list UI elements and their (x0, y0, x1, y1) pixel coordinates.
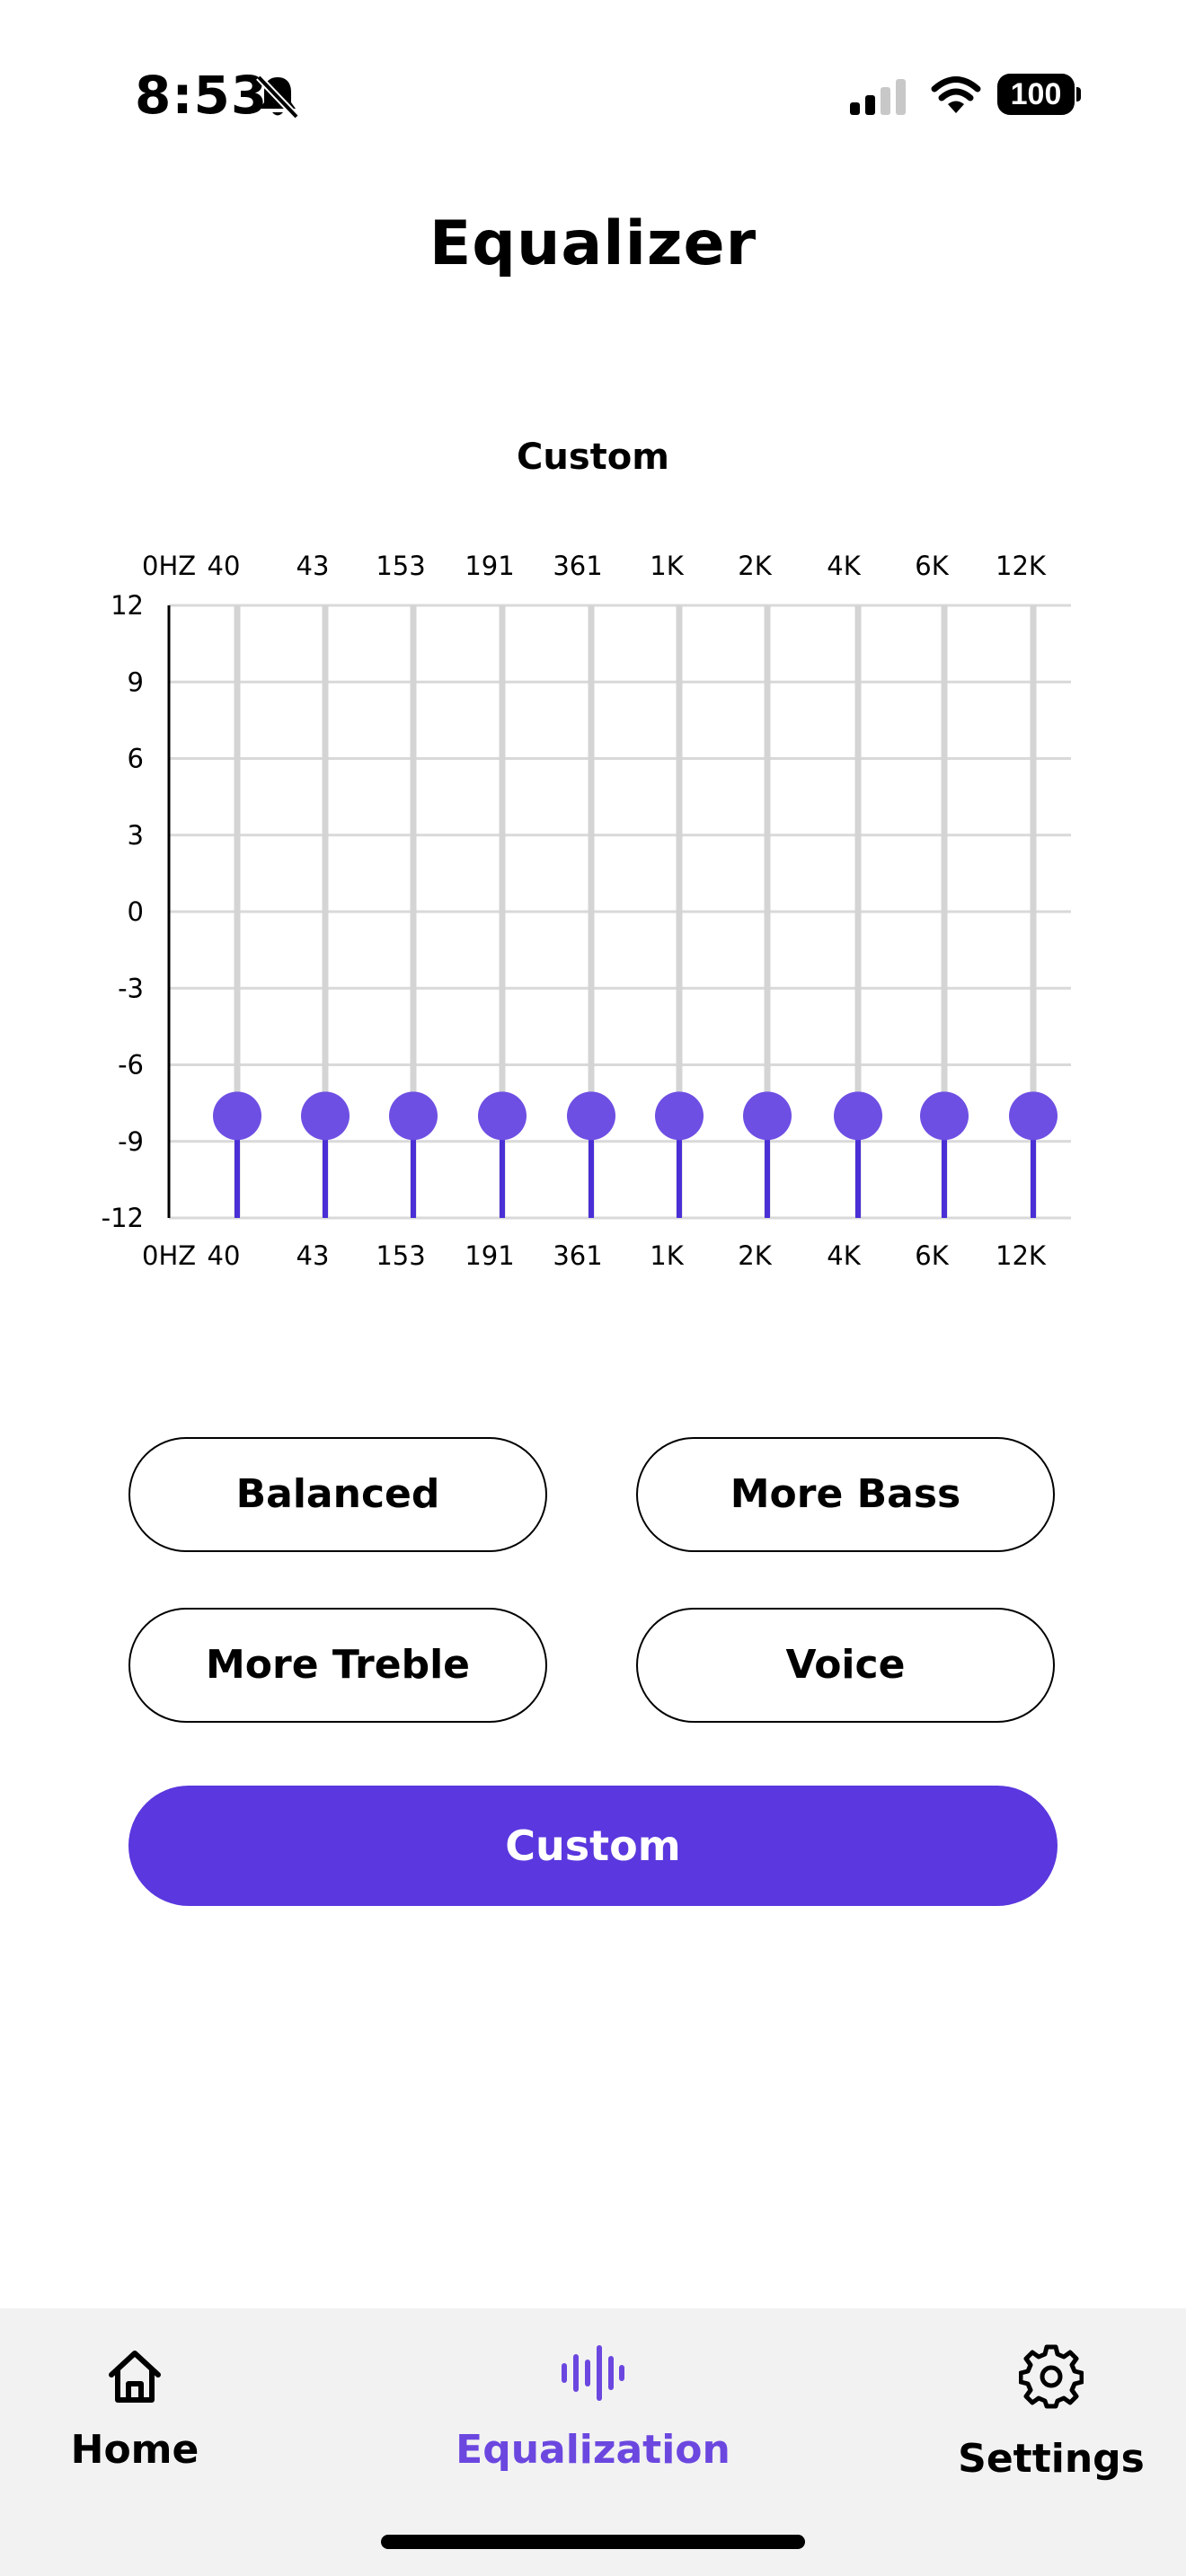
nav-home-label: Home (70, 2427, 199, 2473)
x-tick-label-bottom: 4K (827, 1240, 861, 1271)
nav-settings[interactable]: Settings (952, 2344, 1150, 2482)
custom-preset-button[interactable]: Custom (128, 1786, 1058, 1906)
battery-tip (1076, 87, 1081, 101)
x-tick-label-top: 6K (915, 551, 949, 581)
home-indicator (381, 2535, 805, 2549)
x-tick-label-top: 361 (553, 551, 602, 581)
x-tick-label-top: 12K (996, 551, 1047, 581)
current-preset-label: Custom (517, 437, 669, 478)
gear-icon (1019, 2344, 1084, 2409)
nav-equalization-label: Equalization (456, 2427, 730, 2473)
y-tick-label: 6 (128, 744, 144, 774)
x-tick-label-top: 43 (296, 551, 330, 581)
x-tick-label-top: 2K (738, 551, 772, 581)
slider-knob[interactable] (478, 1091, 527, 1141)
page-title: Equalizer (429, 208, 757, 279)
y-tick-label: 12 (111, 590, 144, 621)
slider-knob[interactable] (834, 1091, 882, 1141)
voice-preset-button[interactable]: Voice (636, 1608, 1055, 1723)
y-tick-label: -12 (102, 1203, 144, 1233)
more-treble-preset-button[interactable]: More Treble (128, 1608, 547, 1723)
equalizer-chart-svg: 12 9 6 3 0 -3 -6 -9 -12 0HZ 0HZ 40 40 43 43 153 153 191 19… (102, 551, 1071, 1271)
x-tick-label-bottom: 361 (553, 1240, 602, 1271)
cellular-signal-icon (850, 79, 906, 115)
equalizer-chart: 12 9 6 3 0 -3 -6 -9 -12 0HZ 0HZ 40 40 43 43 153 153 191 19… (0, 539, 1186, 1293)
nav-home[interactable]: Home (54, 2344, 216, 2473)
home-icon (109, 2351, 161, 2403)
x-tick-label-bottom: 43 (296, 1240, 330, 1271)
more-bass-preset-button[interactable]: More Bass (636, 1437, 1055, 1552)
wifi-icon (931, 76, 981, 113)
x-tick-label-top: 191 (465, 551, 514, 581)
y-tick-label: 3 (128, 820, 144, 851)
slider-knob[interactable] (920, 1091, 969, 1141)
x-tick-label-top: 4K (827, 551, 861, 581)
x-tick-label-top: 40 (208, 551, 241, 581)
x-tick-label-bottom: 2K (738, 1240, 772, 1271)
nav-equalization[interactable]: Equalization (431, 2341, 755, 2473)
status-bar: 8:53 100 (0, 0, 1186, 180)
status-time: 8:53 (135, 65, 269, 126)
y-tick-label: -3 (118, 973, 144, 1003)
battery-level: 100 (997, 74, 1075, 115)
slider-knob[interactable] (213, 1091, 261, 1141)
x-tick-label-top: 153 (376, 551, 425, 581)
x-tick-label-bottom: 40 (208, 1240, 241, 1271)
slider-knob[interactable] (743, 1091, 792, 1141)
battery-icon: 100 (997, 74, 1081, 115)
y-tick-label: 9 (128, 666, 144, 697)
nav-settings-label: Settings (958, 2436, 1145, 2482)
x-axis-origin-label-top: 0HZ (142, 551, 196, 581)
x-tick-label-bottom: 6K (915, 1240, 949, 1271)
slider-knob[interactable] (655, 1091, 704, 1141)
slider-knob[interactable] (1009, 1091, 1058, 1141)
x-tick-label-top: 1K (650, 551, 684, 581)
x-tick-label-bottom: 191 (465, 1240, 514, 1271)
y-tick-label: 0 (128, 896, 144, 927)
x-tick-label-bottom: 153 (376, 1240, 425, 1271)
x-tick-label-bottom: 12K (996, 1240, 1047, 1271)
slider-knob[interactable] (389, 1091, 438, 1141)
x-tick-label-bottom: 1K (650, 1240, 684, 1271)
bell-slash-icon (256, 75, 299, 119)
sound-wave-icon (562, 2345, 624, 2401)
y-tick-label: -9 (118, 1126, 144, 1157)
slider-knob[interactable] (301, 1091, 350, 1141)
x-axis-origin-label-bottom: 0HZ (142, 1240, 196, 1271)
balanced-preset-button[interactable]: Balanced (128, 1437, 547, 1552)
y-tick-label: -6 (118, 1050, 144, 1081)
slider-knob[interactable] (567, 1091, 615, 1141)
